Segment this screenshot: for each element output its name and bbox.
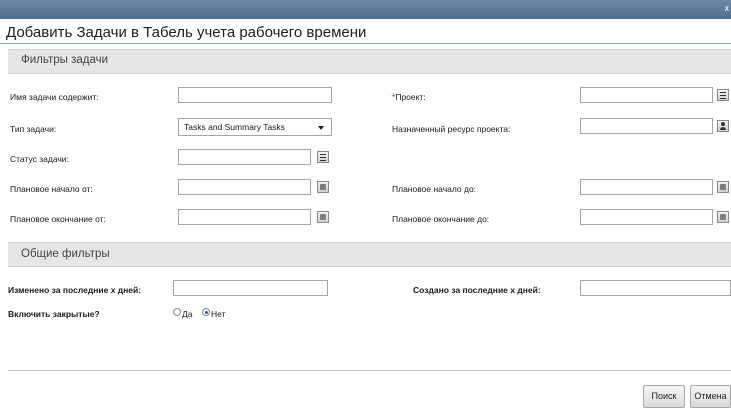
title-divider (0, 43, 731, 44)
calendar-icon[interactable] (317, 211, 329, 223)
task-type-selected-value: Tasks and Summary Tasks (184, 122, 285, 132)
assigned-resource-label: Назначенный ресурс проекта: (392, 124, 511, 134)
modified-days-label: Изменено за последние x дней: (8, 285, 142, 295)
calendar-icon[interactable] (317, 181, 329, 193)
task-name-input[interactable] (178, 87, 332, 103)
modified-days-input[interactable] (173, 280, 328, 296)
cancel-button[interactable]: Отмена (690, 385, 731, 408)
search-button[interactable]: Поиск (643, 385, 685, 408)
include-closed-no-radio[interactable] (202, 308, 210, 316)
include-closed-yes-label: Да (182, 309, 193, 319)
section-title: Общие фильтры (21, 248, 110, 260)
dialog-title: Добавить Задачи в Табель учета рабочего … (6, 24, 367, 41)
planned-finish-to-label: Плановое окончание до: (392, 214, 490, 224)
task-status-label: Статус задачи: (10, 154, 69, 164)
user-icon[interactable] (717, 120, 729, 132)
list-icon[interactable] (717, 89, 729, 101)
section-title: Фильтры задачи (21, 54, 109, 66)
created-days-input[interactable] (580, 280, 731, 296)
close-icon[interactable]: x (725, 3, 730, 13)
planned-finish-from-input[interactable] (178, 209, 311, 225)
planned-finish-from-label: Плановое окончание от: (10, 214, 106, 224)
section-header-general-filters: Общие фильтры (8, 242, 731, 267)
section-header-task-filters: Фильтры задачи (8, 49, 731, 74)
assigned-resource-input[interactable] (580, 118, 713, 134)
project-label: *Проект: (392, 92, 426, 102)
project-input[interactable] (580, 87, 713, 103)
include-closed-label: Включить закрытые? (8, 309, 100, 319)
window-title-bar: x (0, 0, 731, 19)
task-name-label: Имя задачи содержит: (10, 92, 99, 102)
project-label-text: Проект: (395, 92, 426, 102)
footer-divider (8, 370, 731, 371)
task-status-input[interactable] (178, 149, 311, 165)
include-closed-no-label: Нет (211, 309, 226, 319)
list-icon[interactable] (317, 151, 329, 163)
created-days-label: Создано за последние x дней: (413, 285, 541, 295)
calendar-icon[interactable] (717, 211, 729, 223)
calendar-icon[interactable] (717, 181, 729, 193)
planned-start-from-label: Плановое начало от: (10, 184, 93, 194)
planned-start-from-input[interactable] (178, 179, 311, 195)
planned-finish-to-input[interactable] (580, 209, 713, 225)
planned-start-to-input[interactable] (580, 179, 713, 195)
include-closed-yes-radio[interactable] (173, 308, 181, 316)
chevron-down-icon (318, 126, 324, 130)
planned-start-to-label: Плановое начало до: (392, 184, 477, 194)
task-type-label: Тип задачи: (10, 124, 57, 134)
task-type-select[interactable]: Tasks and Summary Tasks (178, 118, 332, 136)
